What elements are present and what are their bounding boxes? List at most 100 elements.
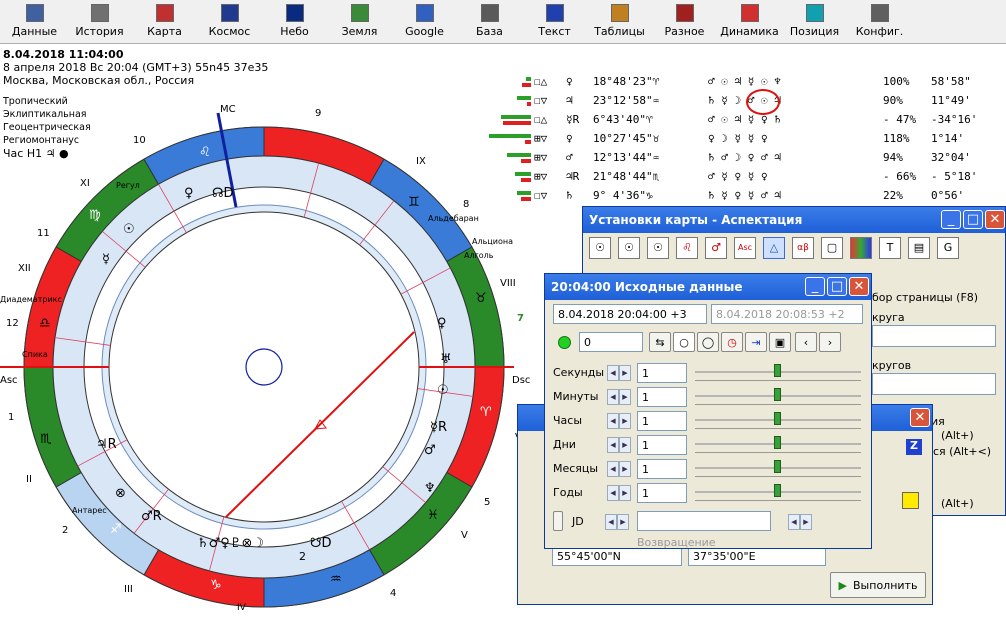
jd-field[interactable] xyxy=(637,511,771,531)
clock-button[interactable]: ◷ xyxy=(721,332,743,352)
maximize-button[interactable]: □ xyxy=(827,277,847,296)
color-c-icon[interactable] xyxy=(850,237,872,259)
swap-button[interactable]: ⇆ xyxy=(649,332,671,352)
aspect-c: ♂ ☿ ♀ ☿ ♀ xyxy=(708,170,768,183)
aspect-p-icon[interactable]: ♂ xyxy=(705,237,727,259)
execute-button[interactable]: ▶ Выполнить xyxy=(830,572,926,598)
prev-button[interactable]: ‹ xyxy=(795,332,817,352)
step-value-field[interactable]: 1 xyxy=(637,363,687,383)
circle-small-button[interactable]: ○ xyxy=(673,332,695,352)
toolbar-config-button[interactable]: Конфиг. xyxy=(847,0,912,44)
aspect-row[interactable]: ☐△ ☿R 6°43'40"♈ ♂ ☉ ♃ ☿ ♀ ♄ - 47% -34°16' xyxy=(501,111,1003,130)
minimize-button[interactable]: _ xyxy=(941,210,961,229)
circle-button[interactable]: ◯ xyxy=(697,332,719,352)
strength-bar-green xyxy=(517,191,531,195)
strength-bar-red xyxy=(521,197,531,201)
aspect-row[interactable]: ⊞▽ ♀ 10°27'45"♉ ♀ ☽ ☿ ☿ ♀ 118% 1°14' xyxy=(489,130,1003,149)
green-indicator[interactable] xyxy=(558,336,571,349)
toolbar-tables-button[interactable]: Таблицы xyxy=(587,0,652,44)
maximize-button[interactable]: □ xyxy=(963,210,983,229)
toolbar-position-button[interactable]: Позиция xyxy=(782,0,847,44)
aspect-row[interactable]: ⊞▽ ♂ 12°13'44"♒ ♄ ♂ ☽ ♀ ♂ ♃ 94% 32°04' xyxy=(503,149,1003,168)
aspect-a: ☐▽ xyxy=(534,189,548,202)
aspect-z-icon[interactable]: ♌ xyxy=(676,237,698,259)
latitude-field[interactable]: 55°45'00"N xyxy=(552,546,682,566)
step-slider[interactable] xyxy=(695,483,861,501)
aspect-row[interactable]: ☐△ ♀ 18°48'23"♈ ♂ ☉ ♃ ☿ ☉ ♆ 100% 58'58" xyxy=(503,73,1003,92)
circles-select[interactable] xyxy=(872,373,996,395)
step-slider[interactable] xyxy=(695,435,861,453)
alpha-beta-icon[interactable]: αβ xyxy=(792,237,814,259)
toolbar-base-button[interactable]: База xyxy=(457,0,522,44)
toolbar-text-button[interactable]: Текст xyxy=(522,0,587,44)
step-spin[interactable]: ◀ ▶ xyxy=(607,485,631,501)
asc-h-icon[interactable]: Asc xyxy=(734,237,756,259)
toolbar-label: Карта xyxy=(147,25,182,38)
star-regulus: Регул xyxy=(116,181,140,190)
export-button[interactable]: ⇥ xyxy=(745,332,767,352)
frame-i-icon[interactable]: ▢ xyxy=(821,237,843,259)
toolbar-data-button[interactable]: Данные xyxy=(2,0,67,44)
step-slider[interactable] xyxy=(695,387,861,405)
next-button[interactable]: › xyxy=(819,332,841,352)
save-button[interactable]: ▣ xyxy=(769,332,791,352)
record-r-icon[interactable]: ▤ xyxy=(908,237,930,259)
step-spin[interactable]: ◀ ▶ xyxy=(607,437,631,453)
aspect-row[interactable]: ☐▽ ♄ 9° 4'36"♑ ♄ ☿ ♀ ☿ ♂ ♃ 22% 0°56' xyxy=(503,187,1003,206)
jd-toggle[interactable] xyxy=(553,511,563,531)
current-date-field[interactable]: 8.04.2018 20:04:00 +3 xyxy=(553,304,707,324)
jd-spin-right[interactable]: ◀ ▶ xyxy=(788,514,812,530)
toolbar-misc-button[interactable]: Разное xyxy=(652,0,717,44)
step-value-field[interactable]: 1 xyxy=(637,459,687,479)
strength-bar-red xyxy=(521,159,531,163)
longitude-field[interactable]: 37°35'00"E xyxy=(688,546,826,566)
step-slider[interactable] xyxy=(695,459,861,477)
step-value-field[interactable]: 1 xyxy=(637,483,687,503)
step-spin[interactable]: ◀ ▶ xyxy=(607,461,631,477)
step-label: Годы xyxy=(553,486,583,499)
sun-d-icon[interactable]: ☉ xyxy=(647,237,669,259)
close-button[interactable]: ✕ xyxy=(985,210,1005,229)
house-8: 8 xyxy=(463,199,470,210)
step-slider[interactable] xyxy=(695,363,861,381)
yellow-color-box[interactable] xyxy=(902,492,919,509)
circle-select[interactable] xyxy=(872,325,996,347)
toolbar-history-button[interactable]: История xyxy=(67,0,132,44)
toolbar-cosmos-button[interactable]: Космос xyxy=(197,0,262,44)
toolbar-google-button[interactable]: Google xyxy=(392,0,457,44)
aspect-row[interactable]: ⊞▽ ♃R 21°48'44"♏ ♂ ☿ ♀ ☿ ♀ - 66% - 5°18' xyxy=(503,168,1003,187)
step-label: Секунды xyxy=(553,366,605,379)
close-button[interactable]: ✕ xyxy=(849,277,869,296)
other-date-field[interactable]: 8.04.2018 20:08:53 +2 xyxy=(711,304,863,324)
step-slider[interactable] xyxy=(695,411,861,429)
moon-highlight-circle xyxy=(746,89,780,115)
sun-w-icon[interactable]: ☉ xyxy=(618,237,640,259)
strength-bar-green xyxy=(515,172,531,176)
z-icon[interactable]: Z xyxy=(906,439,922,455)
strength-bar-green xyxy=(526,77,531,81)
toolbar-earth-button[interactable]: Земля xyxy=(327,0,392,44)
aspect-a: ☐▽ xyxy=(534,94,548,107)
step-value-field[interactable]: 1 xyxy=(637,435,687,455)
step-value-field[interactable]: 1 xyxy=(637,411,687,431)
toolbar-dynamics-button[interactable]: Динамика xyxy=(717,0,782,44)
font-t-icon[interactable]: T xyxy=(879,237,901,259)
g-icon[interactable]: G xyxy=(937,237,959,259)
strength-bar-green xyxy=(517,96,531,100)
data-icon xyxy=(25,4,44,22)
step-spin[interactable]: ◀ ▶ xyxy=(607,389,631,405)
close-button[interactable]: ✕ xyxy=(910,408,930,427)
toolbar-sky-button[interactable]: Небо xyxy=(262,0,327,44)
strength-bar-green xyxy=(501,115,531,119)
step-spin[interactable]: ◀ ▶ xyxy=(607,413,631,429)
sun-f-icon[interactable]: ☉ xyxy=(589,237,611,259)
aspect-icon-row: ☉ ☉ ☉ ♌ ♂ Asc △ αβ ▢ T ▤ G xyxy=(589,237,959,259)
jd-spin[interactable]: ◀ ▶ xyxy=(605,514,629,530)
step-spin[interactable]: ◀ ▶ xyxy=(607,365,631,381)
star-antares: Антарес xyxy=(72,506,107,515)
toolbar-map-button[interactable]: Карта xyxy=(132,0,197,44)
minimize-button[interactable]: _ xyxy=(805,277,825,296)
step-value-field[interactable]: 1 xyxy=(637,387,687,407)
counter-field[interactable]: 0 xyxy=(579,332,643,352)
aspect-a-icon[interactable]: △ xyxy=(763,237,785,259)
